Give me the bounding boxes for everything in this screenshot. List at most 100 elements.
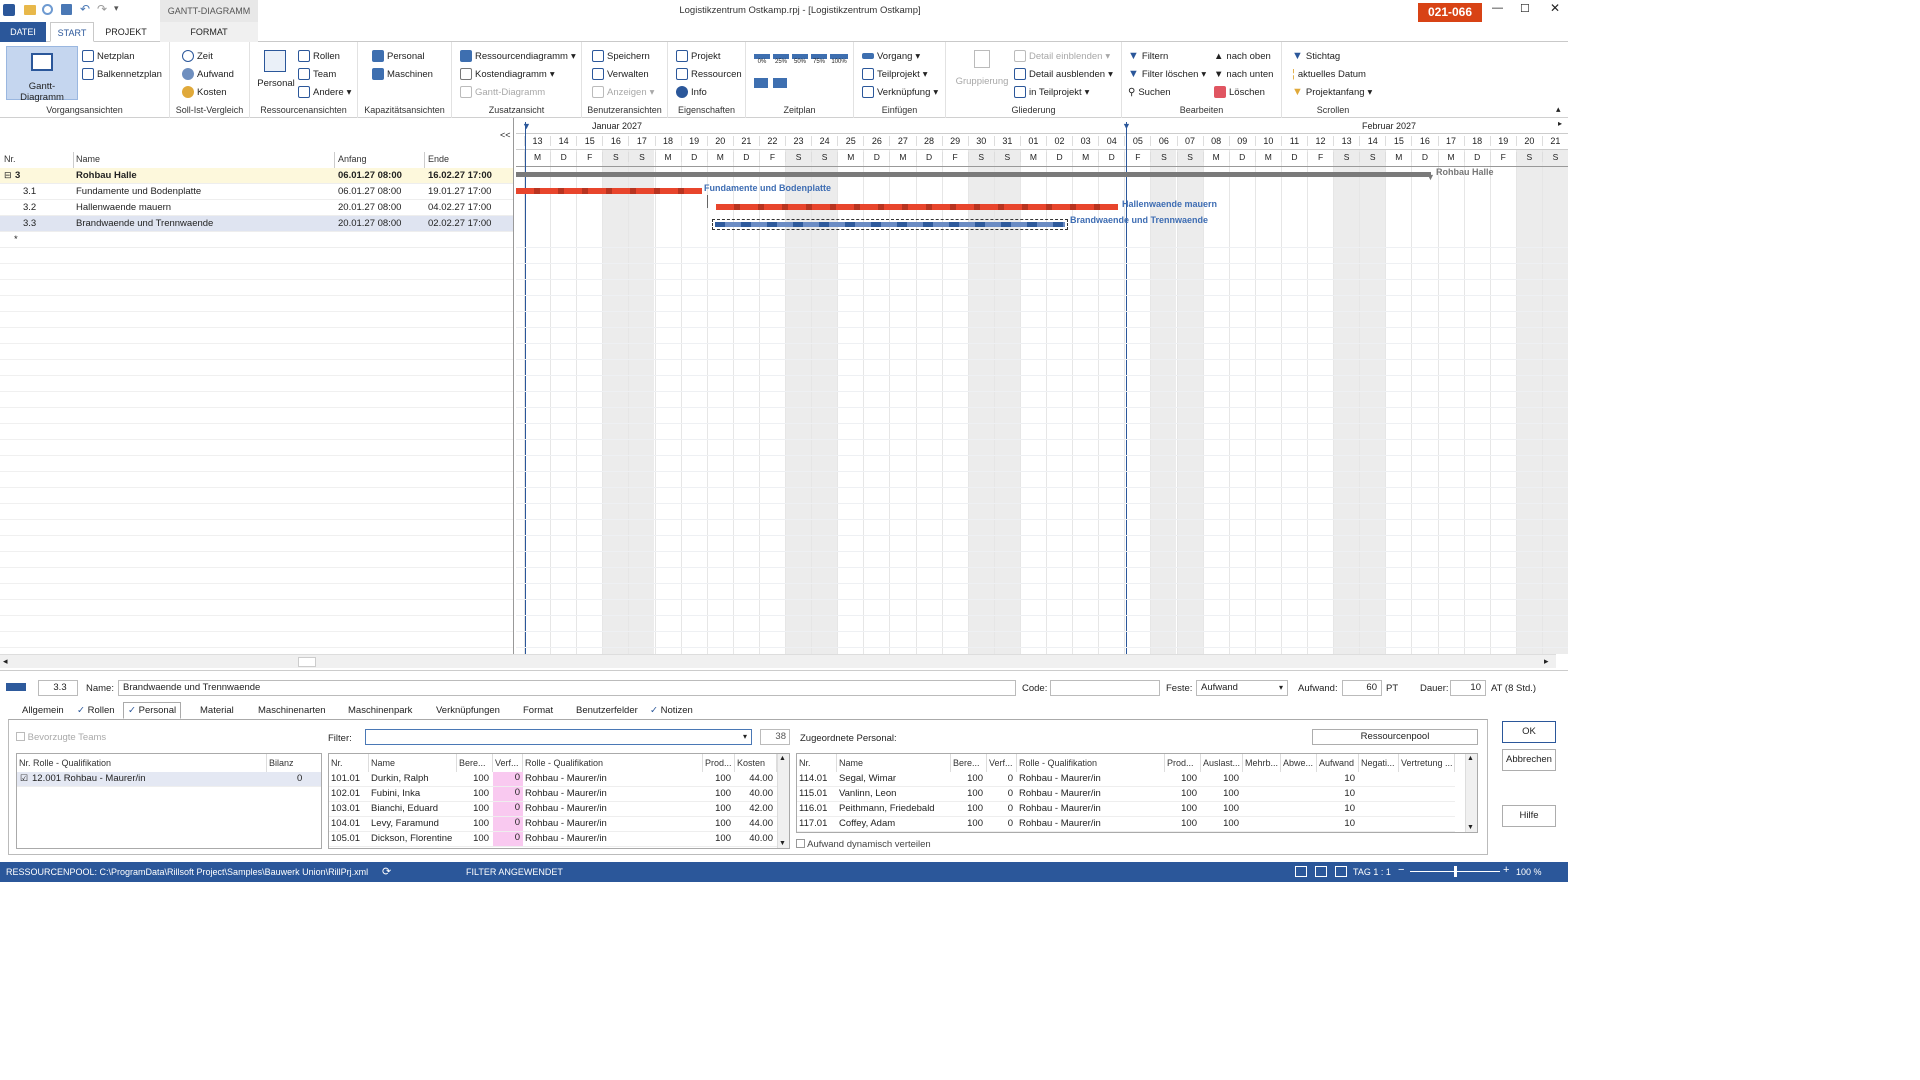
grid-row[interactable]: 101.01 Durkin, Ralph 100 0 Rohbau - Maurer/i… — [329, 772, 777, 787]
header-nr[interactable]: Nr. — [4, 154, 16, 167]
bevorzugte-teams-checkbox[interactable]: Bevorzugte Teams — [16, 732, 106, 743]
scroll-up-icon[interactable]: ▲ — [1467, 755, 1474, 762]
table-row[interactable]: ⊟ 3 Rohbau Halle 06.01.27 08:00 16.02.27… — [0, 168, 513, 184]
tab-material[interactable]: Material — [200, 705, 234, 716]
grid-header[interactable]: Abwe... — [1281, 754, 1317, 772]
zoom-out-icon[interactable]: − — [1398, 864, 1404, 876]
projektanfang-button[interactable]: ▼ Projektanfang ▾ — [1292, 84, 1372, 100]
tab-allgemein[interactable]: Allgemein — [22, 705, 64, 716]
grid-header[interactable]: Negati... — [1359, 754, 1399, 772]
header-name[interactable]: Name — [76, 154, 100, 167]
schedule-link-icon[interactable] — [773, 78, 787, 88]
task-bar-hallenwaende[interactable] — [716, 204, 1118, 210]
dynamisch-checkbox[interactable]: Aufwand dynamisch verteilen — [796, 839, 931, 850]
tab-projekt[interactable]: PROJEKT — [100, 22, 152, 42]
grid-row[interactable]: 104.01 Levy, Faramund 100 0 Rohbau - Maurer/… — [329, 817, 777, 832]
grid-row[interactable]: 103.01 Bianchi, Eduard 100 0 Rohbau - Maurer… — [329, 802, 777, 817]
grid-row[interactable]: 116.01 Peithmann, Friedebald 100 0 Rohbau - … — [797, 802, 1455, 817]
zusatz-gantt-button[interactable]: Gantt-Diagramm — [460, 84, 545, 100]
grid-header[interactable]: Rolle - Qualifikation — [523, 754, 703, 772]
tab-maschinenarten[interactable]: Maschinenarten — [258, 705, 326, 716]
qat-dropdown-icon[interactable]: ▾ — [114, 3, 119, 14]
progress-75-button[interactable]: 75% — [811, 54, 827, 68]
task-color-swatch[interactable] — [6, 683, 26, 691]
grid-header[interactable]: Auslast... — [1201, 754, 1243, 772]
grid-header[interactable]: Aufwand — [1317, 754, 1359, 772]
view-table-icon[interactable] — [1315, 866, 1327, 877]
progress-25-button[interactable]: 25% — [773, 54, 789, 68]
nach-unten-button[interactable]: ▼ nach unten — [1214, 66, 1273, 82]
projekt-props-button[interactable]: Projekt — [676, 48, 721, 64]
minimize-icon[interactable]: — — [1492, 2, 1503, 14]
horizontal-scrollbar[interactable]: ◂ ▸ — [0, 654, 1556, 668]
team-button[interactable]: Team — [298, 66, 336, 82]
aufwand-button[interactable]: Aufwand — [182, 66, 234, 82]
summary-bar[interactable] — [516, 172, 1431, 177]
zoom-in-icon[interactable]: + — [1503, 864, 1509, 876]
grid-header[interactable]: Kosten — [735, 754, 777, 772]
grid-header[interactable]: Nr. — [797, 754, 837, 772]
grid-header[interactable]: Mehrb... — [1243, 754, 1281, 772]
hilfe-button[interactable]: Hilfe — [1502, 805, 1556, 827]
vorgang-button[interactable]: Vorgang ▾ — [862, 48, 920, 64]
ok-button[interactable]: OK — [1502, 721, 1556, 743]
filter-loeschen-button[interactable]: ▼ Filter löschen ▾ — [1128, 66, 1206, 82]
scroll-up-icon[interactable]: ▲ — [779, 755, 786, 762]
verknuepfung-button[interactable]: Verknüpfung ▾ — [862, 84, 938, 100]
ribbon-collapse-icon[interactable]: ▴ — [1556, 104, 1561, 115]
gantt-view-button[interactable]: Gantt-Diagramm — [6, 46, 78, 103]
in-teilprojekt-button[interactable]: in Teilprojekt ▾ — [1014, 84, 1089, 100]
grid-header[interactable]: Rolle - Qualifikation — [1017, 754, 1165, 772]
gruppierung-button[interactable]: Gruppierung — [950, 48, 1014, 96]
tab-format[interactable]: FORMAT — [160, 22, 258, 42]
grid-row[interactable]: 102.01 Fubini, Inka 100 0 Rohbau - Maurer/in… — [329, 787, 777, 802]
progress-100-button[interactable]: 100% — [830, 54, 848, 68]
kosten-button[interactable]: Kosten — [182, 84, 227, 100]
scroll-down-icon[interactable]: ▼ — [1467, 824, 1474, 831]
detail-einblenden-button[interactable]: Detail einblenden ▾ — [1014, 48, 1110, 64]
tab-personal[interactable]: ✓ Personal — [123, 702, 182, 719]
grid-header[interactable]: Vertretung ... — [1399, 754, 1455, 772]
save-icon[interactable] — [61, 4, 72, 15]
progress-50-button[interactable]: 50% — [792, 54, 808, 68]
ressourcenpool-button[interactable]: Ressourcenpool — [1312, 729, 1478, 745]
scroll-down-icon[interactable]: ▼ — [779, 840, 786, 847]
table-row-selected[interactable]: 3.3 Brandwaende und Trennwaende 20.01.27… — [0, 216, 513, 232]
kap-maschinen-button[interactable]: Maschinen — [372, 66, 433, 82]
detail-ausblenden-button[interactable]: Detail ausblenden ▾ — [1014, 66, 1113, 82]
tab-rollen[interactable]: ✓ Rollen — [77, 705, 115, 716]
maximize-icon[interactable]: ☐ — [1520, 2, 1530, 15]
header-anfang[interactable]: Anfang — [338, 154, 367, 167]
tab-notizen[interactable]: ✓ Notizen — [650, 705, 693, 716]
aktuelles-datum-button[interactable]: ¦ aktuelles Datum — [1292, 66, 1366, 82]
ressourcendiagramm-button[interactable]: Ressourcendiagramm ▾ — [460, 48, 576, 64]
grid-header[interactable]: Bere... — [951, 754, 987, 772]
ressourcen-props-button[interactable]: Ressourcen — [676, 66, 742, 82]
tab-maschinenpark[interactable]: Maschinenpark — [348, 705, 412, 716]
grid-row[interactable]: 114.01 Segal, Wimar 100 0 Rohbau - Maurer/in… — [797, 772, 1455, 787]
grid-header[interactable]: Nr. — [329, 754, 369, 772]
task-bar-fundamente[interactable] — [516, 188, 702, 194]
grid-row[interactable]: 117.01 Coffey, Adam 100 0 Rohbau - Maurer/in… — [797, 817, 1455, 832]
scroll-left-icon[interactable]: ◂ — [3, 656, 8, 667]
task-name-field[interactable]: Brandwaende und Trennwaende — [118, 680, 1016, 696]
grid-header[interactable]: Verf... — [493, 754, 523, 772]
table-row[interactable]: 3.1 Fundamente und Bodenplatte 06.01.27 … — [0, 184, 513, 200]
task-bar-brandwaende[interactable] — [712, 219, 1068, 230]
feste-select[interactable]: Aufwand ▾ — [1196, 680, 1288, 696]
nach-oben-button[interactable]: ▲ nach oben — [1214, 48, 1271, 64]
checkbox-checked-icon[interactable]: ☑ — [20, 773, 28, 784]
view-split-icon[interactable] — [1335, 866, 1347, 877]
schedule-move-icon[interactable] — [754, 78, 768, 88]
collapse-toggle-icon[interactable]: ⊟ — [4, 170, 12, 181]
tab-start[interactable]: START — [50, 22, 94, 42]
role-row[interactable]: ☑ 12.001 Rohbau - Maurer/in 0 — [17, 772, 321, 787]
kostendiagramm-button[interactable]: Kostendiagramm ▾ — [460, 66, 555, 82]
grid-header[interactable]: Prod... — [1165, 754, 1201, 772]
grid-header[interactable]: Bere... — [457, 754, 493, 772]
open-icon[interactable] — [24, 5, 36, 15]
rollen-button[interactable]: Rollen — [298, 48, 340, 64]
grid-header[interactable]: Name — [369, 754, 457, 772]
table-row[interactable]: 3.2 Hallenwaende mauern 20.01.27 08:00 0… — [0, 200, 513, 216]
grid-row[interactable]: 115.01 Vanlinn, Leon 100 0 Rohbau - Maurer/i… — [797, 787, 1455, 802]
